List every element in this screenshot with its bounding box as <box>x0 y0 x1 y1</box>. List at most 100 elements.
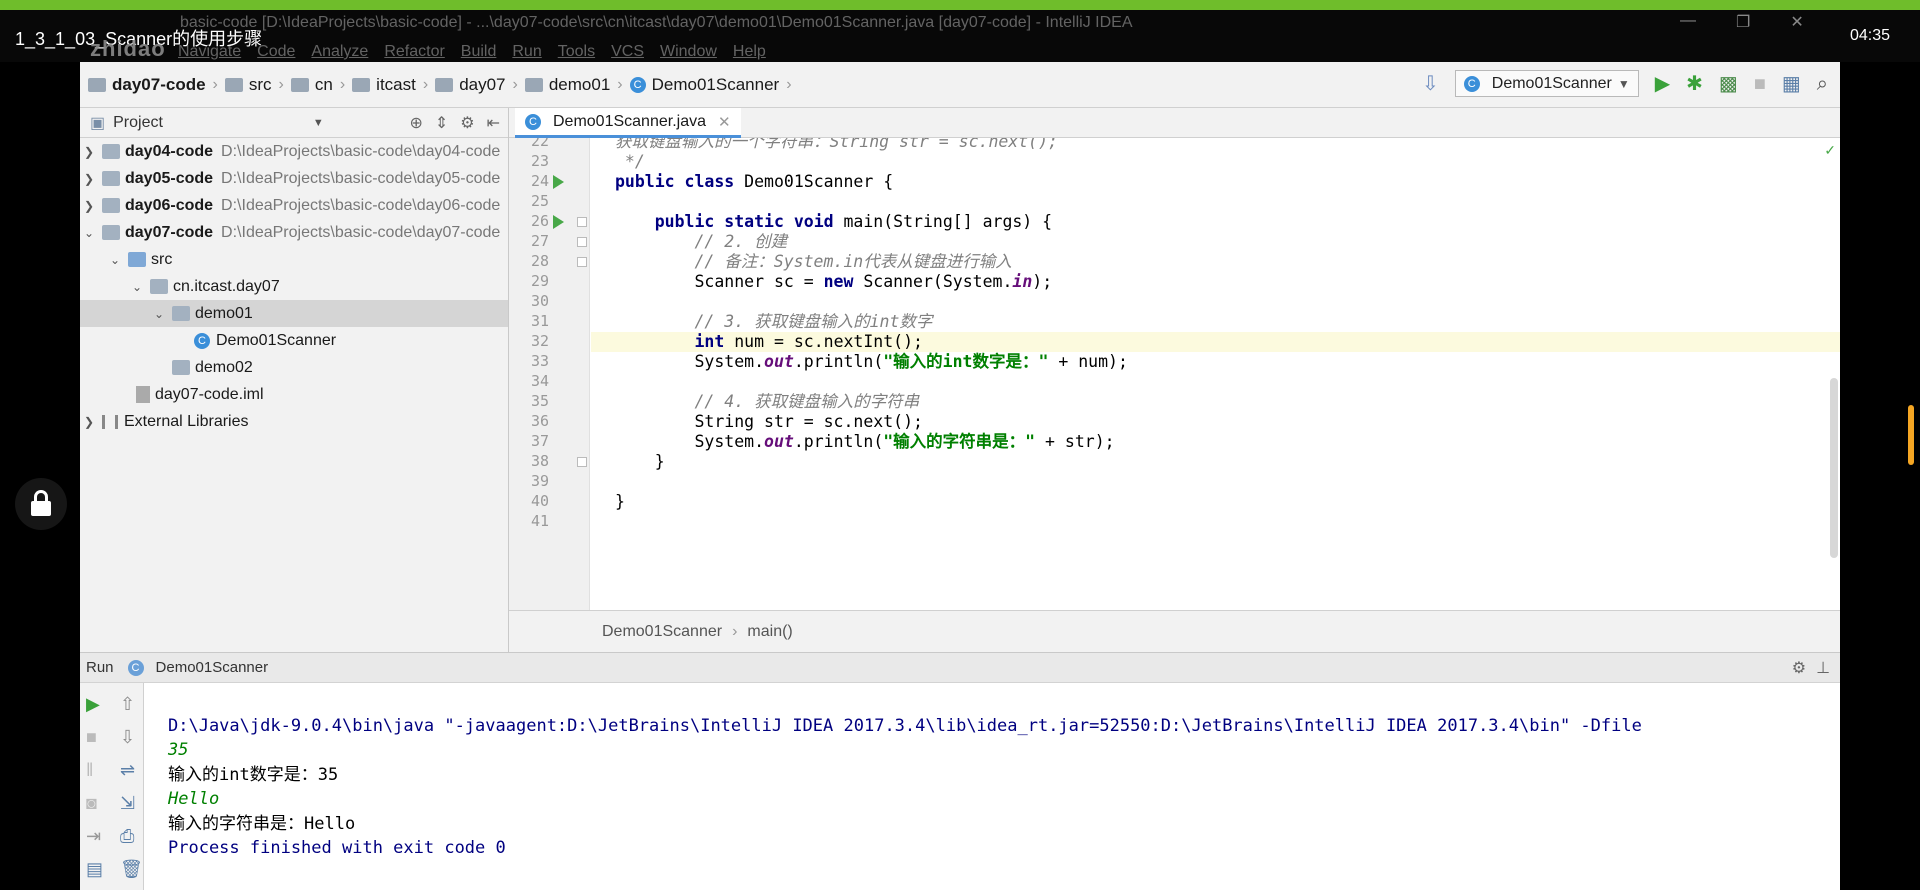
stop-icon[interactable]: ■ <box>1754 74 1766 94</box>
layout-icon[interactable]: ▤ <box>86 860 103 878</box>
chevron-down-icon[interactable]: ▼ <box>313 117 324 129</box>
tree-item-external-libraries[interactable]: ❯ External Libraries <box>80 408 508 435</box>
tree-item-src[interactable]: ⌄ src <box>80 246 508 273</box>
breadcrumb-method[interactable]: main() <box>747 623 792 641</box>
run-icon[interactable]: ▶ <box>1655 74 1670 94</box>
hide-icon[interactable]: ⇤ <box>487 113 500 133</box>
fold-icon[interactable] <box>577 457 587 467</box>
hide-panel-icon[interactable]: ⊥ <box>1816 658 1830 678</box>
project-structure-icon[interactable]: ▦ <box>1782 74 1801 94</box>
collapse-icon[interactable]: ⇕ <box>435 113 448 133</box>
code-line-29: Scanner sc = new Scanner(System.in); <box>694 272 1053 291</box>
navigation-bar: day07-code › src › cn › itcast › day07 › demo… <box>80 62 1840 108</box>
crumb-class[interactable]: C Demo01Scanner › <box>629 75 799 95</box>
chevron-right-icon[interactable]: ❯ <box>82 415 96 429</box>
stop-icon[interactable]: ■ <box>86 728 97 746</box>
package-icon <box>150 279 168 294</box>
locate-icon[interactable]: ⊕ <box>409 113 422 133</box>
pause-icon[interactable]: ‖ <box>86 761 93 779</box>
tree-item-demo02[interactable]: demo02 <box>80 354 508 381</box>
run-main-icon[interactable] <box>553 215 564 229</box>
console-command: D:\Java\jdk-9.0.4\bin\java "-javaagent:D… <box>168 715 1642 736</box>
scroll-end-icon[interactable]: ⇲ <box>120 794 135 812</box>
code-area[interactable]: 22 23 24 25 26 27 28 29 30 31 32 33 34 3… <box>509 138 1840 610</box>
tree-item-day07-code[interactable]: ⌄ day07-code D:\IdeaProjects\basic-code\d… <box>80 219 508 246</box>
chevron-right-icon[interactable]: ❯ <box>82 145 96 159</box>
fold-icon[interactable] <box>577 257 587 267</box>
crumb-cn[interactable]: cn › <box>290 75 352 95</box>
gear-icon[interactable]: ⚙ <box>460 113 474 133</box>
crumb-demo01[interactable]: demo01 › <box>524 75 630 95</box>
menu-navigate[interactable]: Navigate <box>178 43 241 61</box>
line-number: 37 <box>530 432 549 450</box>
menu-analyze[interactable]: Analyze <box>311 43 368 61</box>
tree-item-day04-code[interactable]: ❯ day04-code D:\IdeaProjects\basic-code\d… <box>80 138 508 165</box>
run-tab[interactable]: C Demo01Scanner <box>127 659 268 676</box>
editor-scrollbar[interactable] <box>1830 378 1838 558</box>
code-line-22: 获取键盘输入的一个字符串：String str = sc.next(); <box>615 138 1058 151</box>
chevron-right-icon[interactable]: ❯ <box>82 172 96 186</box>
debug-icon[interactable]: ✱ <box>1686 74 1703 94</box>
soft-wrap-icon[interactable]: ⇌ <box>120 761 135 779</box>
menu-run[interactable]: Run <box>512 43 541 61</box>
search-icon[interactable]: ⌕ <box>1817 74 1828 94</box>
menu-help[interactable]: Help <box>733 43 766 61</box>
coverage-icon[interactable]: ▩ <box>1719 74 1738 94</box>
code-line-35: // 4. 获取键盘输入的字符串 <box>694 392 920 411</box>
menu-build[interactable]: Build <box>461 43 497 61</box>
line-number: 35 <box>530 392 549 410</box>
tree-item-package[interactable]: ⌄ cn.itcast.day07 <box>80 273 508 300</box>
crumb-day07[interactable]: day07 › <box>435 75 525 95</box>
close-tab-icon[interactable]: ✕ <box>718 113 731 131</box>
line-number: 31 <box>530 312 549 330</box>
console-output[interactable]: D:\Java\jdk-9.0.4\bin\java "-javaagent:D… <box>168 689 1840 890</box>
line-number: 28 <box>530 252 549 270</box>
chevron-down-icon[interactable]: ⌄ <box>108 253 122 267</box>
chevron-down-icon[interactable]: ⌄ <box>82 226 96 240</box>
lock-button[interactable] <box>15 478 67 530</box>
run-class-icon[interactable] <box>553 175 564 189</box>
chevron-right-icon[interactable]: ❯ <box>82 199 96 213</box>
print-icon[interactable]: ⎙ <box>120 827 134 845</box>
console-output-line: 输入的int数字是：35 <box>168 764 339 785</box>
crumb-project[interactable]: day07-code › <box>88 75 225 95</box>
fold-icon[interactable] <box>577 217 587 227</box>
chevron-down-icon[interactable]: ⌄ <box>130 280 144 294</box>
tree-item-class[interactable]: C Demo01Scanner <box>80 327 508 354</box>
up-arrow-icon[interactable]: ⇧ <box>120 695 135 713</box>
minimize-icon[interactable]: — <box>1680 12 1696 32</box>
build-icon[interactable]: ⇩ <box>1422 74 1439 94</box>
code-line-33: System.out.println("输入的int数字是：" + num); <box>694 352 1128 371</box>
breadcrumb-class[interactable]: Demo01Scanner <box>602 623 722 641</box>
exit-icon[interactable]: ⇥ <box>86 827 101 845</box>
gear-icon[interactable]: ⚙ <box>1792 658 1806 678</box>
rerun-icon[interactable]: ▶ <box>86 695 100 713</box>
crumb-itcast[interactable]: itcast › <box>352 75 435 95</box>
menu-refactor[interactable]: Refactor <box>384 43 444 61</box>
editor-panel: C Demo01Scanner.java ✕ 22 23 24 25 26 27… <box>509 108 1840 652</box>
crumb-src[interactable]: src › <box>224 75 291 95</box>
menu-tools[interactable]: Tools <box>558 43 595 61</box>
close-icon[interactable]: ✕ <box>1790 12 1803 32</box>
menu-code[interactable]: Code <box>257 43 295 61</box>
tree-item-day06-code[interactable]: ❯ day06-code D:\IdeaProjects\basic-code\d… <box>80 192 508 219</box>
maximize-icon[interactable]: ❐ <box>1736 12 1750 32</box>
project-title[interactable]: Project <box>113 114 163 132</box>
tree-item-demo01[interactable]: ⌄ demo01 <box>80 300 508 327</box>
video-time: 04:35 <box>1849 27 1890 44</box>
folder-icon <box>102 144 120 159</box>
top-stripe <box>0 0 1920 10</box>
tab-demo01scanner[interactable]: C Demo01Scanner.java ✕ <box>515 108 741 138</box>
trash-icon[interactable]: 🗑 <box>120 860 143 878</box>
tree-item-iml[interactable]: day07-code.iml <box>80 381 508 408</box>
package-icon <box>172 360 190 375</box>
menu-vcs[interactable]: VCS <box>611 43 644 61</box>
menu-window[interactable]: Window <box>660 43 717 61</box>
fold-icon[interactable] <box>577 237 587 247</box>
video-scroll-indicator[interactable] <box>1908 405 1914 465</box>
down-arrow-icon[interactable]: ⇩ <box>120 728 135 746</box>
run-config-select[interactable]: C Demo01Scanner ▼ <box>1454 70 1639 97</box>
chevron-down-icon[interactable]: ⌄ <box>152 307 166 321</box>
tree-item-day05-code[interactable]: ❯ day05-code D:\IdeaProjects\basic-code\d… <box>80 165 508 192</box>
camera-icon[interactable]: ◙ <box>86 794 97 812</box>
